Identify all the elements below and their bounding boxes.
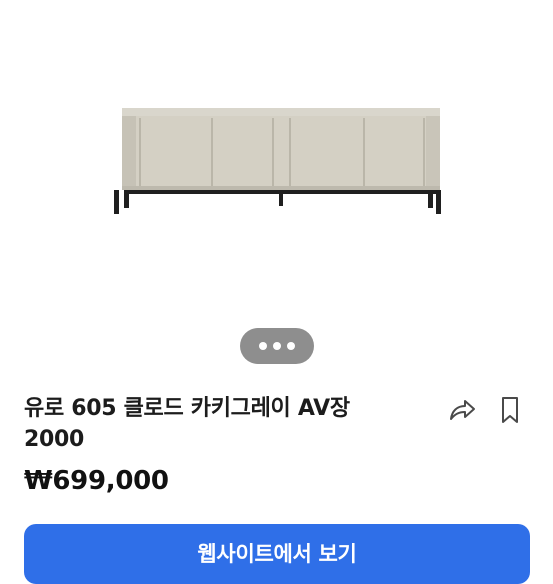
cabinet-leg xyxy=(279,190,283,206)
product-title-line1: 유로 605 클로드 카키그레이 AV장 xyxy=(24,396,350,421)
cabinet-leg xyxy=(436,190,441,214)
share-button[interactable] xyxy=(446,394,478,426)
product-title: 유로 605 클로드 카키그레이 AV장 2000 xyxy=(24,393,424,455)
product-image[interactable] xyxy=(0,0,553,320)
view-on-website-button[interactable]: 웹사이트에서 보기 xyxy=(24,524,530,584)
cabinet-leg xyxy=(114,190,119,214)
pager-dot xyxy=(259,342,267,350)
view-on-website-label: 웹사이트에서 보기 xyxy=(197,542,357,566)
bookmark-icon xyxy=(502,397,518,423)
pager-dot xyxy=(287,342,295,350)
product-title-line2: 2000 xyxy=(24,427,85,452)
share-icon xyxy=(450,400,475,420)
cabinet-leg xyxy=(124,190,129,208)
cabinet-top xyxy=(122,108,440,116)
av-cabinet-illustration xyxy=(114,108,441,214)
cabinet-leg xyxy=(428,190,433,208)
bookmark-button[interactable] xyxy=(494,394,526,426)
cabinet-body xyxy=(122,116,440,190)
pager-dot xyxy=(273,342,281,350)
product-price: ₩699,000 xyxy=(24,466,169,496)
image-pager[interactable] xyxy=(240,328,314,364)
